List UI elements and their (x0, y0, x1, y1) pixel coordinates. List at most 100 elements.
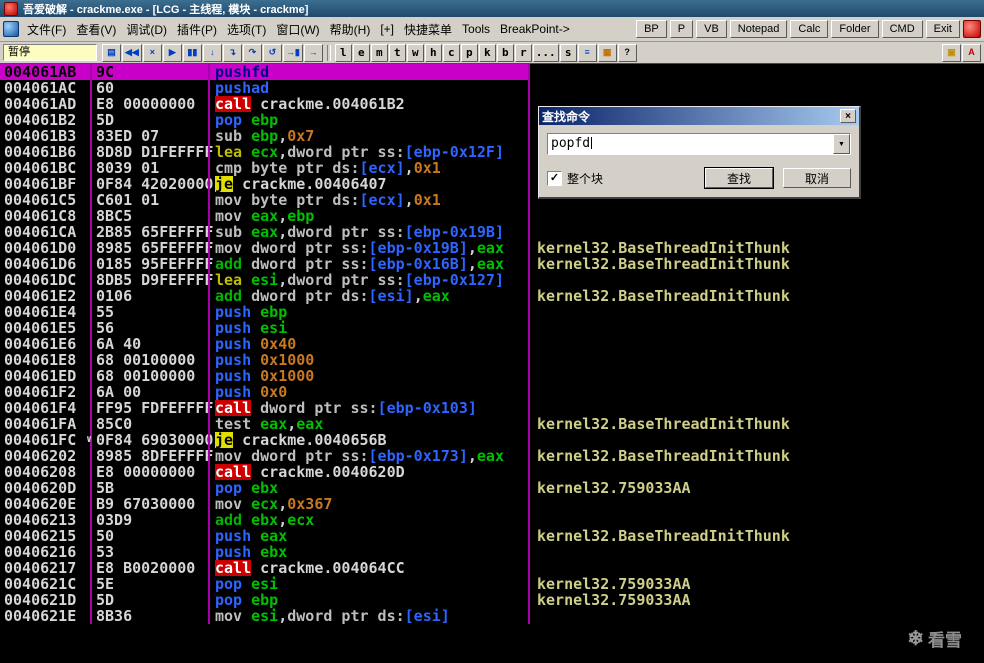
menu-item[interactable]: [+] (375, 20, 399, 38)
menu-item[interactable]: 选项(T) (222, 19, 271, 40)
disasm-row[interactable]: 004061F2 6A 00 push 0x0 (0, 384, 984, 400)
panel-button-e[interactable]: e (352, 43, 370, 62)
disasm-row[interactable]: 00406216 53 push ebx (0, 544, 984, 560)
disasm-row[interactable]: 00406215 50 push eax kernel32.BaseThreadIni… (0, 528, 984, 544)
options-icon[interactable]: ≡ (577, 43, 597, 62)
hexbytes-cell: 0106 (96, 287, 133, 305)
chevron-down-icon[interactable]: ▼ (833, 134, 850, 154)
disasm-row[interactable]: 004061ED 68 00100000 push 0x1000 (0, 368, 984, 384)
window-menu-icon[interactable] (3, 21, 19, 37)
go-to-icon[interactable]: → (303, 43, 323, 62)
hexbytes-cell: 6A 00 (96, 383, 142, 401)
close-icon[interactable]: × (840, 109, 856, 123)
disasm-row[interactable]: 004061D0 8985 65FEFFFF mov dword ptr ss:[e… (0, 240, 984, 256)
disasm-row[interactable]: 004061E5 56 push esi (0, 320, 984, 336)
menu-item[interactable]: 插件(P) (172, 19, 222, 40)
menu-button-vb[interactable]: VB (696, 20, 727, 38)
disasm-row[interactable]: 004061C8 8BC5 mov eax,ebp (0, 208, 984, 224)
disasm-row[interactable]: 004061FC ∨ 0F84 69030000 je crackme.0040656… (0, 432, 984, 448)
disasm-row[interactable]: 00406208 E8 00000000 call crackme.0040620D (0, 464, 984, 480)
menu-button-p[interactable]: P (669, 20, 694, 38)
pause-icon[interactable]: ▮▮ (182, 43, 202, 62)
disassembly-cell: pushad (215, 80, 270, 96)
appearance-icon[interactable]: ▦ (597, 43, 617, 62)
panel-button-h[interactable]: h (424, 43, 442, 62)
disasm-row[interactable]: 0040621E 8B36 mov esi,dword ptr ds:[esi] (0, 608, 984, 624)
hexbytes-cell: E8 00000000 (96, 95, 196, 113)
menu-item[interactable]: Tools (457, 20, 495, 38)
disassembly-cell: call crackme.004064CC (215, 560, 405, 576)
help-icon[interactable]: ? (617, 43, 637, 62)
hexbytes-cell: 9C (92, 64, 208, 80)
menu-button-folder[interactable]: Folder (831, 20, 879, 38)
menu-item[interactable]: 窗口(W) (271, 19, 324, 40)
menu-item[interactable]: 调试(D) (121, 19, 172, 40)
entire-block-checkbox[interactable]: ✓ (547, 170, 562, 186)
disasm-row[interactable]: 004061CA 2B85 65FEFFFF sub eax,dword ptr s… (0, 224, 984, 240)
step-over-icon[interactable]: ↴ (222, 43, 242, 62)
disasm-row[interactable]: 004061E4 55 push ebp (0, 304, 984, 320)
comment-cell: kernel32.759033AA (537, 576, 691, 592)
find-button[interactable]: 查找 (705, 168, 773, 188)
menu-button-bp[interactable]: BP (636, 20, 667, 38)
menu-item[interactable]: 快捷菜单 (399, 19, 457, 40)
disasm-row[interactable]: 00406213 03D9 add ebx,ecx (0, 512, 984, 528)
disasm-row[interactable]: 0040620D 5B pop ebx kernel32.759033AA (0, 480, 984, 496)
disasm-row[interactable]: 0040621C 5E pop esi kernel32.759033AA (0, 576, 984, 592)
close-program-icon[interactable]: × (142, 43, 162, 62)
disasm-row[interactable]: 004061DC 8DB5 D9FEFFFF lea esi,dword ptr s… (0, 272, 984, 288)
step-into-icon[interactable]: ↓ (202, 43, 222, 62)
about-icon[interactable]: A (962, 43, 981, 62)
panel-button-k[interactable]: k (478, 43, 496, 62)
panel-button-s[interactable]: s (559, 43, 577, 62)
disasm-row[interactable]: 0040620E B9 67030000 mov ecx,0x367 (0, 496, 984, 512)
command-combobox[interactable]: popfd ▼ (547, 133, 851, 155)
trace-into-icon[interactable]: ↷ (242, 43, 262, 62)
panel-button-dotdotdot[interactable]: ... (532, 43, 559, 62)
disasm-row[interactable]: 004061AB 9C pushfd (0, 64, 984, 80)
panel-button-l[interactable]: l (334, 43, 352, 62)
disasm-row[interactable]: 004061E6 6A 40 push 0x40 (0, 336, 984, 352)
window-titlebar[interactable]: 吾爱破解 - crackme.exe - [LCG - 主线程, 模块 - cr… (0, 0, 984, 17)
panel-button-c[interactable]: c (442, 43, 460, 62)
menu-button-calc[interactable]: Calc (790, 20, 829, 38)
menu-button-exit[interactable]: Exit (925, 20, 960, 38)
disassembly-cell: pop ebp (215, 112, 279, 128)
menu-item[interactable]: 文件(F) (22, 19, 71, 40)
disasm-row[interactable]: 004061AC 60 pushad (0, 80, 984, 96)
disassembly-cell: call dword ptr ss:[ebp-0x103] (215, 400, 477, 416)
dialog-titlebar[interactable]: 查找命令 × (539, 107, 859, 125)
disassembly-cell: sub eax,dword ptr ss:[ebp-0x19B] (215, 224, 504, 240)
trace-over-icon[interactable]: ↺ (262, 43, 282, 62)
menu-item[interactable]: BreakPoint-> (495, 20, 575, 38)
skin-icon[interactable]: ▣ (942, 43, 961, 62)
execute-till-return-icon[interactable]: →▮ (282, 43, 303, 62)
forum-badge-icon[interactable] (963, 20, 981, 38)
menu-item[interactable]: 帮助(H) (325, 19, 376, 40)
run-icon[interactable]: ▶ (162, 43, 182, 62)
menu-button-notepad[interactable]: Notepad (729, 20, 788, 38)
restart-icon[interactable]: ◀◀ (122, 43, 142, 62)
disasm-row[interactable]: 004061FA 85C0 test eax,eax kernel32.BaseThr… (0, 416, 984, 432)
disasm-row[interactable]: 004061F4 FF95 FDFEFFFF call dword ptr ss:[… (0, 400, 984, 416)
comment-cell (530, 224, 984, 240)
command-input[interactable]: popfd (548, 134, 833, 154)
panel-button-w[interactable]: w (406, 43, 424, 62)
menu-button-cmd[interactable]: CMD (881, 20, 923, 38)
panel-button-p[interactable]: p (460, 43, 478, 62)
menu-item[interactable]: 查看(V) (71, 19, 121, 40)
disasm-row[interactable]: 004061E8 68 00100000 push 0x1000 (0, 352, 984, 368)
panel-button-b[interactable]: b (496, 43, 514, 62)
panel-button-m[interactable]: m (370, 43, 388, 62)
panel-button-t[interactable]: t (388, 43, 406, 62)
disasm-row[interactable]: 004061D6 0185 95FEFFFF add dword ptr ss:[e… (0, 256, 984, 272)
disasm-row[interactable]: 00406217 E8 B0020000 call crackme.004064CC (0, 560, 984, 576)
disasm-row[interactable]: 00406202 8985 8DFEFFFF mov dword ptr ss:[e… (0, 448, 984, 464)
panel-button-r[interactable]: r (514, 43, 532, 62)
address-cell: 004061C5 (4, 191, 77, 209)
disasm-row[interactable]: 004061E2 0106 add dword ptr ds:[esi],eax ke… (0, 288, 984, 304)
hexbytes-cell: 8985 8DFEFFFF (96, 447, 214, 465)
cancel-button[interactable]: 取消 (783, 168, 851, 188)
disasm-row[interactable]: 0040621D 5D pop ebp kernel32.759033AA (0, 592, 984, 608)
open-file-icon[interactable]: ▤ (102, 43, 121, 62)
